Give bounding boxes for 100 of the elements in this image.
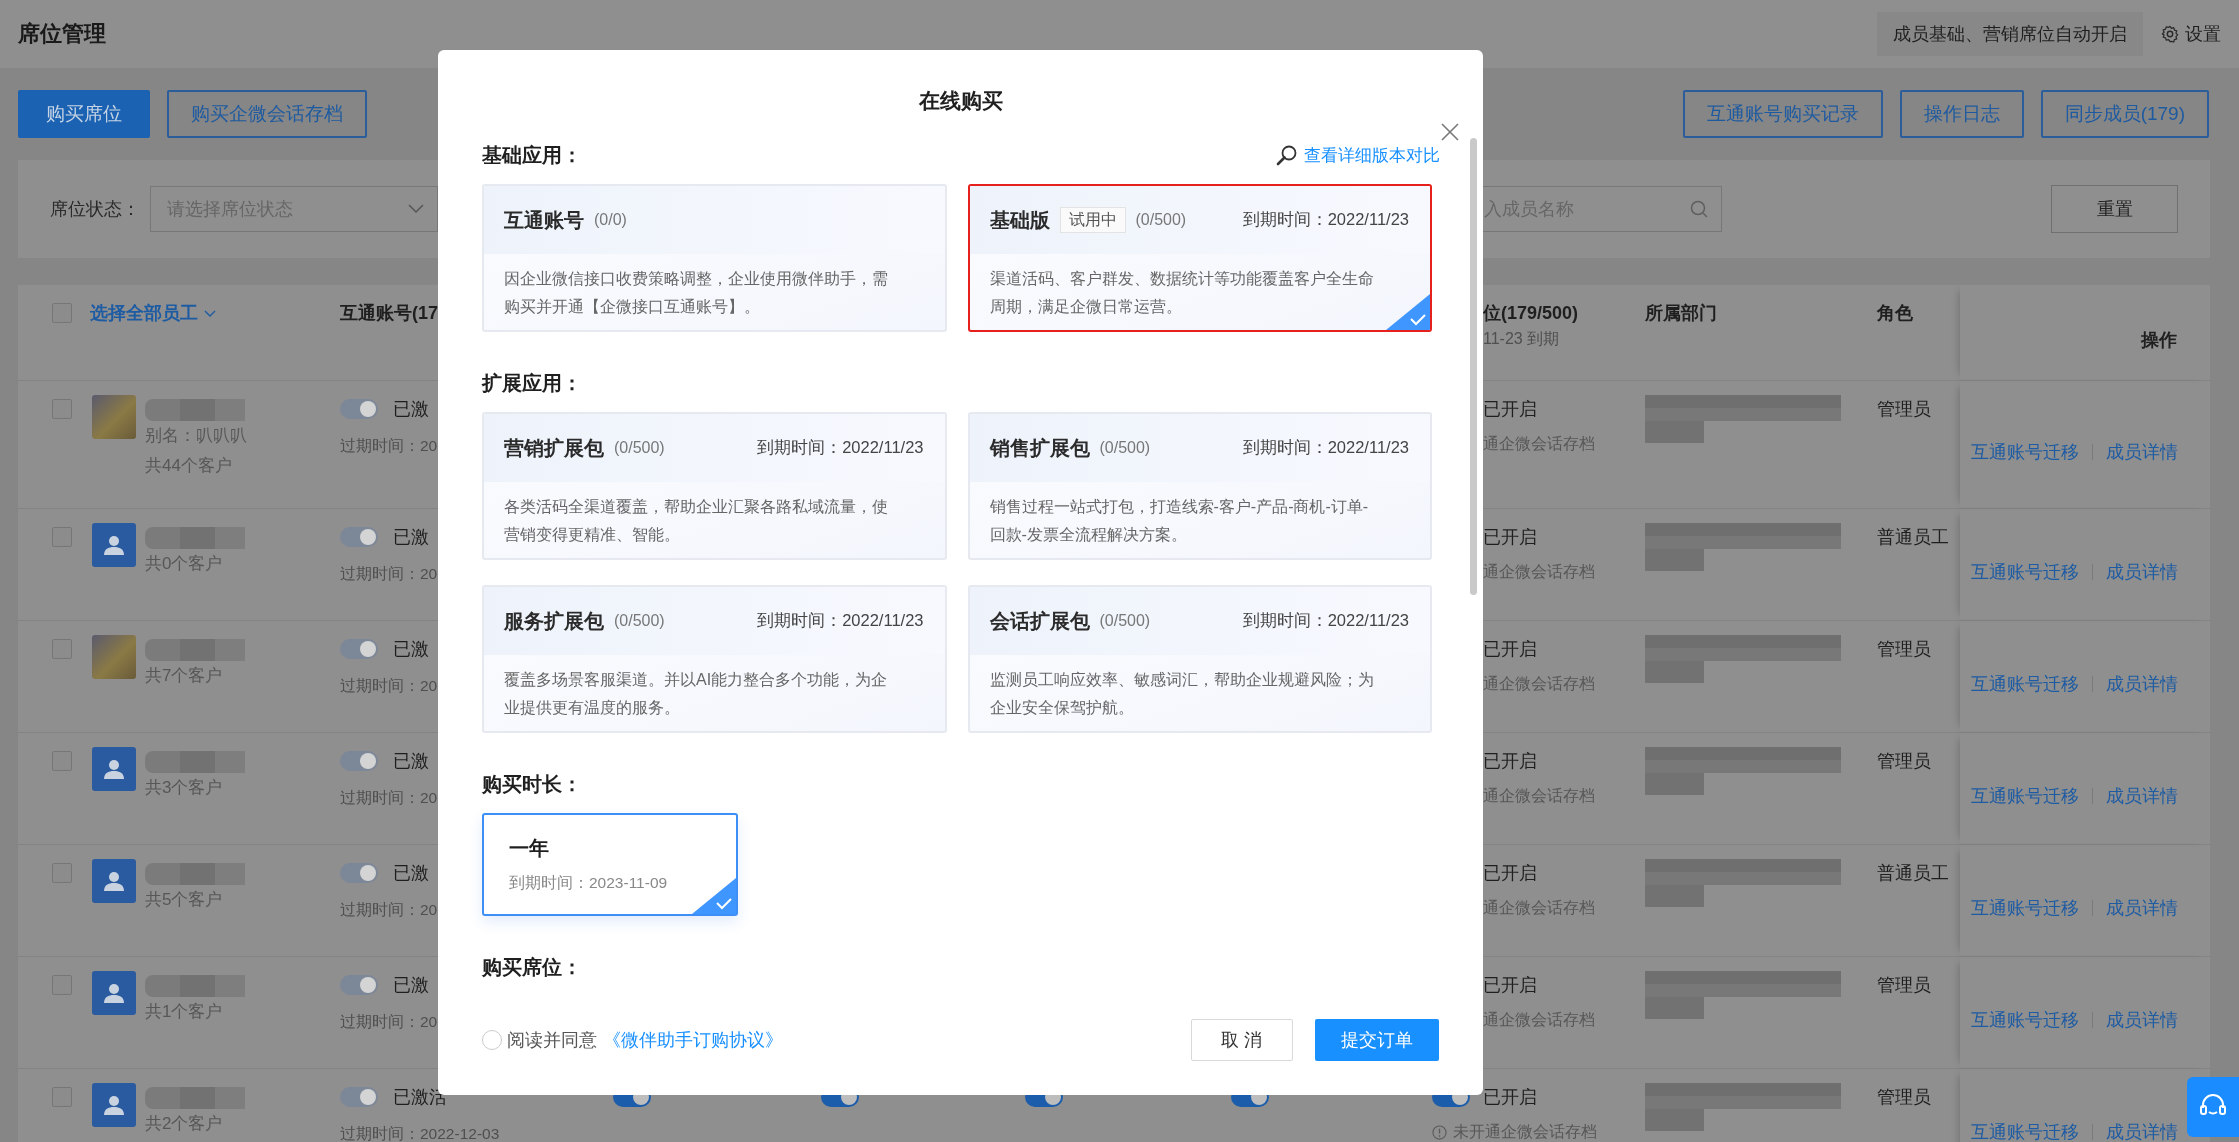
search-icon xyxy=(1690,200,1708,218)
expiry-text: 过期时间：20 xyxy=(340,788,438,808)
check-corner-icon xyxy=(1386,294,1430,330)
support-button[interactable] xyxy=(2187,1077,2239,1137)
scrollbar[interactable] xyxy=(1470,138,1477,595)
archive-note: 未开通企微会话存档 xyxy=(1453,1122,1597,1142)
toolbar-button[interactable]: 操作日志 xyxy=(1899,90,2024,138)
status-text: 已激 xyxy=(393,750,429,773)
plan-name: 服务扩展包 xyxy=(504,608,604,634)
cancel-button[interactable]: 取 消 xyxy=(1191,1019,1293,1061)
action-link[interactable]: 互通账号迁移 xyxy=(1971,783,2079,809)
toolbar-button[interactable]: 购买席位 xyxy=(18,90,150,138)
action-link[interactable]: 互通账号迁移 xyxy=(1971,895,2079,921)
avatar-icon xyxy=(103,982,125,1004)
expiry-date: 到期时间：2022/11/23 xyxy=(1242,437,1409,458)
column-header: 操作 xyxy=(2141,329,2177,352)
plan-name: 营销扩展包 xyxy=(504,435,604,461)
plan-card[interactable]: 会话扩展包 (0/500) 到期时间：2022/11/23 监测员工响应效率、敏感词汇，帮助企业规避风险；为企业安全保驾护航。 xyxy=(967,585,1432,733)
checkbox[interactable] xyxy=(52,751,72,771)
seat-count: (0/500) xyxy=(614,439,665,457)
seat-count: (0/500) xyxy=(614,612,665,630)
avatar-photo xyxy=(92,635,136,679)
toolbar-button[interactable]: 互通账号购买记录 xyxy=(1682,90,1883,138)
expiry-text: 过期时间：20 xyxy=(340,900,438,920)
checkbox[interactable] xyxy=(52,1087,72,1107)
status-tag: 试用中 xyxy=(1059,207,1126,233)
seat-count: (0/0) xyxy=(594,211,627,229)
section-title: 购买时长： xyxy=(482,772,582,797)
archive-note: 通企微会话存档 xyxy=(1483,898,1595,918)
archive-note: 通企微会话存档 xyxy=(1483,674,1595,694)
action-link[interactable]: 成员详情 xyxy=(2106,1007,2178,1033)
action-link[interactable]: 成员详情 xyxy=(2106,439,2178,465)
section-title: 购买席位： xyxy=(482,955,582,980)
agreement-link[interactable]: 《微伴助手订购协议》 xyxy=(603,1028,783,1052)
customer-count: 共0个客户 xyxy=(145,553,224,575)
status-text: 已激 xyxy=(393,638,429,661)
toolbar-button[interactable]: 购买企微会话存档 xyxy=(167,90,367,138)
submit-button[interactable]: 提交订单 xyxy=(1315,1019,1439,1061)
plan-card[interactable]: 服务扩展包 (0/500) 到期时间：2022/11/23 覆盖多场景客服渠道。并以AI能力整合多个功能，为企业提供更有温度的服务。 xyxy=(482,585,947,733)
plan-card[interactable]: 营销扩展包 (0/500) 到期时间：2022/11/23 各类活码全渠道覆盖，帮助企业汇聚各路私域流量，使营销变得更精准、智能。 xyxy=(482,412,947,560)
settings-link[interactable]: 设置 xyxy=(2185,22,2221,46)
select-all-dropdown[interactable]: 选择全部员工 xyxy=(90,300,198,326)
caret-icon xyxy=(408,204,424,214)
compare-link[interactable]: 查看详细版本对比 xyxy=(1304,143,1440,167)
expiry-text: 过期时间：2022-12-03 xyxy=(340,1124,500,1142)
duration-option[interactable]: 一年 到期时间：2023-11-09 xyxy=(482,813,738,916)
action-link[interactable]: 成员详情 xyxy=(2106,1119,2178,1142)
search-icon xyxy=(1276,144,1298,166)
checkbox[interactable] xyxy=(52,975,72,995)
info-icon xyxy=(1432,1124,1447,1140)
plan-description: 各类活码全渠道覆盖，帮助企业汇聚各路私域流量，使营销变得更精准、智能。 xyxy=(503,497,889,545)
action-link[interactable]: 成员详情 xyxy=(2106,895,2178,921)
expiry-date: 到期时间：2022/11/23 xyxy=(757,610,924,631)
section-title: 基础应用： xyxy=(482,143,582,168)
expiry-text: 过期时间：20 xyxy=(340,436,438,456)
duration-label: 一年 xyxy=(509,836,549,861)
expiry-text: 过期时间：20 xyxy=(340,1012,438,1032)
archive-note: 通企微会话存档 xyxy=(1483,1010,1595,1030)
seat-count: (0/500) xyxy=(1099,612,1151,630)
avatar-icon xyxy=(103,870,125,892)
plan-card[interactable]: 销售扩展包 (0/500) 到期时间：2022/11/23 销售过程一站式打包，打造线索-客户-产品-商机-订单-回款-发票全流程解决方案。 xyxy=(967,412,1432,560)
checkbox[interactable] xyxy=(52,863,72,883)
caret-icon[interactable] xyxy=(204,310,216,318)
status-text: 已开启 xyxy=(1483,974,1537,997)
settings-icon[interactable] xyxy=(2161,25,2179,43)
agreement-text: 阅读并同意 xyxy=(507,1029,597,1052)
close-icon[interactable] xyxy=(1440,122,1460,142)
role-text: 管理员 xyxy=(1877,751,1931,771)
action-link[interactable]: 成员详情 xyxy=(2106,559,2178,585)
role-text: 管理员 xyxy=(1877,975,1931,995)
toolbar-button[interactable]: 同步成员(179) xyxy=(2040,90,2209,138)
auto-enable-notice: 成员基础、营销席位自动开启 xyxy=(1877,12,2143,56)
column-header: 所属部门 xyxy=(1645,303,1717,323)
expiry-text: 过期时间：20 xyxy=(340,676,438,696)
customer-count: 共7个客户 xyxy=(145,665,224,687)
action-link[interactable]: 互通账号迁移 xyxy=(1971,559,2079,585)
avatar-icon xyxy=(103,758,125,780)
status-text: 已开启 xyxy=(1483,398,1537,421)
checkbox[interactable] xyxy=(52,527,72,547)
plan-card[interactable]: 互通账号 (0/0) 因企业微信接口收费策略调整，企业使用微伴助手，需购买并开通【企微接口互通账号】。 xyxy=(482,184,947,332)
plan-description: 渠道活码、客户群发、数据统计等功能覆盖客户全生命周期，满足企微日常运营。 xyxy=(988,269,1375,317)
archive-note: 通企微会话存档 xyxy=(1483,786,1595,806)
checkbox[interactable] xyxy=(52,303,72,323)
expiry-date: 到期时间：2022/11/23 xyxy=(1242,610,1409,631)
plan-card[interactable]: 基础版 试用中 (0/500) 到期时间：2022/11/23 渠道活码、客户群发、数据统计等功能覆盖客户全生命周期，满足企微日常运营。 xyxy=(967,184,1432,332)
action-link[interactable]: 互通账号迁移 xyxy=(1971,439,2079,465)
expiry-date: 到期时间：2022/11/23 xyxy=(1242,209,1409,230)
checkbox[interactable] xyxy=(52,399,72,419)
plan-description: 因企业微信接口收费策略调整，企业使用微伴助手，需购买并开通【企微接口互通账号】。 xyxy=(503,269,889,317)
customer-count: 共3个客户 xyxy=(145,777,224,799)
status-text: 已激 xyxy=(393,974,429,997)
checkbox[interactable] xyxy=(52,639,72,659)
action-link[interactable]: 成员详情 xyxy=(2106,783,2178,809)
action-link[interactable]: 成员详情 xyxy=(2106,671,2178,697)
role-text: 管理员 xyxy=(1877,399,1931,419)
action-link[interactable]: 互通账号迁移 xyxy=(1971,1007,2079,1033)
action-link[interactable]: 互通账号迁移 xyxy=(1971,1119,2079,1142)
column-header: 位(179/500) xyxy=(1483,302,1580,325)
action-link[interactable]: 互通账号迁移 xyxy=(1971,671,2079,697)
reset-button[interactable]: 重置 xyxy=(2051,185,2178,233)
